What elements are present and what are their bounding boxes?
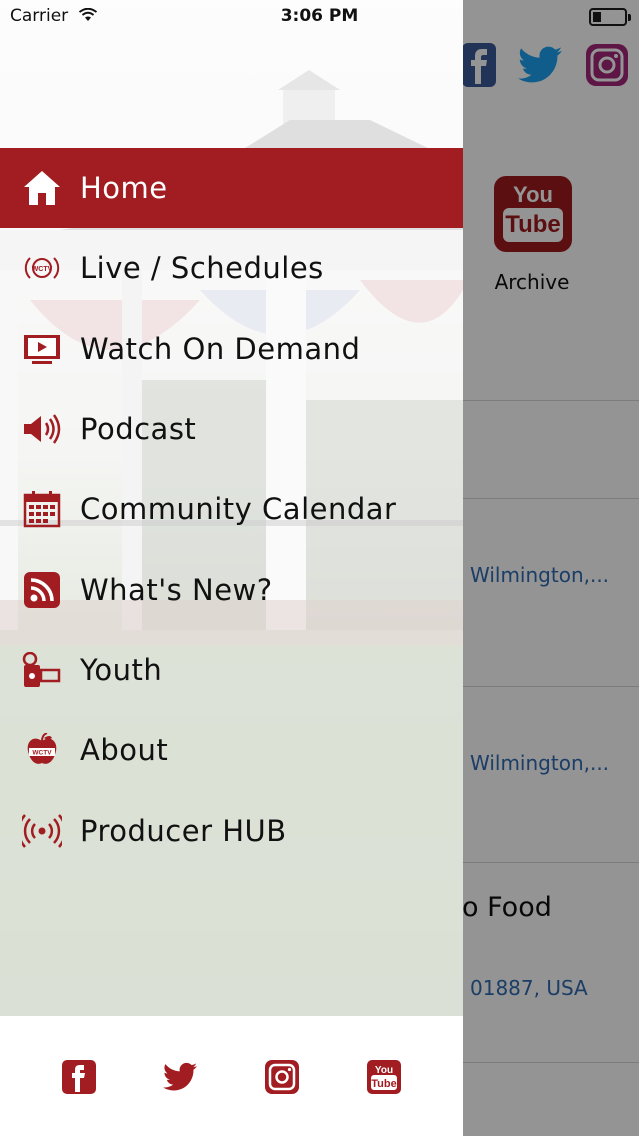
status-bar: Carrier 3:06 PM <box>0 0 639 34</box>
wctv-badge-text: WCTV <box>32 750 52 757</box>
menu-item-label: About <box>80 733 169 768</box>
youtube-tube-text: Tube <box>371 1078 396 1090</box>
apple-icon: WCTV <box>20 728 64 772</box>
menu-item-label: Producer HUB <box>80 813 287 848</box>
youtube-you-text: You <box>375 1065 393 1076</box>
side-drawer: Home WCTV Live / Schedules Watch On Dema… <box>0 0 463 1136</box>
facebook-icon[interactable] <box>62 1060 96 1094</box>
broadcast-icon <box>20 809 64 853</box>
drawer-footer-social: You Tube <box>0 1016 463 1136</box>
battery-icon <box>589 8 631 26</box>
wctv-live-icon: WCTV <box>20 246 64 290</box>
status-time: 3:06 PM <box>280 6 359 26</box>
camcorder-icon <box>20 648 64 692</box>
menu-item-youth[interactable]: Youth <box>0 630 463 710</box>
menu-item-label: What's New? <box>80 572 273 607</box>
menu-item-podcast[interactable]: Podcast <box>0 389 463 469</box>
menu-item-label: Podcast <box>80 412 197 447</box>
menu-item-home[interactable]: Home <box>0 148 463 229</box>
rss-icon <box>20 568 64 612</box>
menu-item-label: Home <box>80 171 168 206</box>
youtube-icon[interactable]: You Tube <box>367 1060 401 1094</box>
tv-play-icon <box>20 327 64 371</box>
speaker-icon <box>20 407 64 451</box>
menu-item-producer-hub[interactable]: Producer HUB <box>0 790 463 870</box>
calendar-icon <box>20 487 64 531</box>
menu-item-watch-on-demand[interactable]: Watch On Demand <box>0 309 463 389</box>
menu-item-community-calendar[interactable]: Community Calendar <box>0 469 463 549</box>
menu-item-label: Live / Schedules <box>80 251 324 286</box>
menu-item-about[interactable]: WCTV About <box>0 710 463 790</box>
menu-item-live-schedules[interactable]: WCTV Live / Schedules <box>0 228 463 308</box>
menu-item-label: Watch On Demand <box>80 331 361 366</box>
twitter-icon[interactable] <box>163 1060 197 1094</box>
instagram-icon[interactable] <box>265 1060 299 1094</box>
wctv-badge-text: WCTV <box>32 266 53 273</box>
drawer-menu: Home WCTV Live / Schedules Watch On Dema… <box>0 148 463 871</box>
menu-item-label: Community Calendar <box>80 492 397 527</box>
home-icon <box>20 166 64 210</box>
menu-item-whats-new[interactable]: What's New? <box>0 549 463 629</box>
menu-item-label: Youth <box>80 652 163 687</box>
